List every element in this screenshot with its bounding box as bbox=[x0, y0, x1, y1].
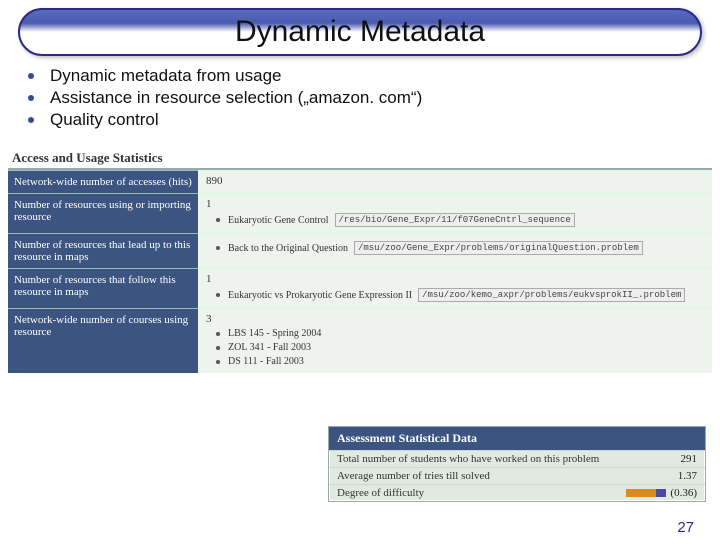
assessment-row: Total number of students who have worked… bbox=[329, 450, 705, 467]
stats-label: Network-wide number of accesses (hits) bbox=[8, 170, 198, 193]
bullet-item: Dynamic metadata from usage bbox=[28, 66, 692, 86]
difficulty-gauge-icon bbox=[626, 489, 666, 497]
disc-icon bbox=[216, 246, 220, 250]
stats-value: 3 LBS 145 - Spring 2004 ZOL 341 - Fall 2… bbox=[198, 308, 712, 373]
stats-value: 1 Eukaryotic Gene Control/res/bio/Gene_E… bbox=[198, 193, 712, 233]
assessment-value: 291 bbox=[681, 453, 698, 465]
bullet-item: Quality control bbox=[28, 110, 692, 130]
access-usage-stats: Access and Usage Statistics Network-wide… bbox=[8, 148, 712, 373]
assessment-label: Average number of tries till solved bbox=[337, 470, 490, 482]
stats-row: Network-wide number of accesses (hits) 8… bbox=[8, 170, 712, 193]
resource-title: Eukaryotic Gene Control bbox=[228, 215, 329, 226]
stats-value: Back to the Original Question/msu/zoo/Ge… bbox=[198, 233, 712, 268]
stats-number: 1 bbox=[206, 273, 212, 285]
stats-row: Number of resources that lead up to this… bbox=[8, 233, 712, 268]
resource-path: /msu/zoo/kemo_axpr/problems/eukvsprokII_… bbox=[418, 288, 685, 302]
disc-icon bbox=[216, 360, 220, 364]
assessment-label: Degree of difficulty bbox=[337, 487, 424, 499]
resource-item: Eukaryotic vs Prokaryotic Gene Expressio… bbox=[216, 288, 704, 302]
stats-row: Number of resources that follow this res… bbox=[8, 268, 712, 308]
disc-icon bbox=[216, 332, 220, 336]
resource-title: Back to the Original Question bbox=[228, 243, 348, 254]
assessment-label: Total number of students who have worked… bbox=[337, 453, 599, 465]
course-title: DS 111 - Fall 2003 bbox=[228, 356, 304, 367]
course-title: ZOL 341 - Fall 2003 bbox=[228, 342, 311, 353]
course-title: LBS 145 - Spring 2004 bbox=[228, 328, 321, 339]
stats-label: Network-wide number of courses using res… bbox=[8, 308, 198, 373]
assessment-value: 1.37 bbox=[678, 470, 697, 482]
disc-icon bbox=[216, 346, 220, 350]
stats-label: Number of resources that lead up to this… bbox=[8, 233, 198, 268]
stats-row: Network-wide number of courses using res… bbox=[8, 308, 712, 373]
stats-row: Number of resources using or importing r… bbox=[8, 193, 712, 233]
assessment-row: Average number of tries till solved 1.37 bbox=[329, 467, 705, 484]
course-item: LBS 145 - Spring 2004 bbox=[216, 328, 704, 339]
stats-number: 1 bbox=[206, 198, 212, 210]
bullet-icon bbox=[28, 73, 34, 79]
course-item: ZOL 341 - Fall 2003 bbox=[216, 342, 704, 353]
course-item: DS 111 - Fall 2003 bbox=[216, 356, 704, 367]
bullet-text: Assistance in resource selection („amazo… bbox=[50, 88, 422, 108]
stats-value: 1 Eukaryotic vs Prokaryotic Gene Express… bbox=[198, 268, 712, 308]
disc-icon bbox=[216, 218, 220, 222]
bullet-text: Quality control bbox=[50, 110, 159, 130]
assessment-panel: Assessment Statistical Data Total number… bbox=[328, 426, 706, 502]
bullet-icon bbox=[28, 117, 34, 123]
stats-value: 890 bbox=[198, 170, 712, 193]
slide-number: 27 bbox=[677, 519, 694, 536]
disc-icon bbox=[216, 293, 220, 297]
difficulty-value: (0.36) bbox=[670, 487, 697, 499]
bullet-text: Dynamic metadata from usage bbox=[50, 66, 282, 86]
assessment-value: (0.36) bbox=[626, 487, 697, 499]
bullet-item: Assistance in resource selection („amazo… bbox=[28, 88, 692, 108]
bullet-icon bbox=[28, 95, 34, 101]
stats-heading: Access and Usage Statistics bbox=[8, 148, 712, 170]
resource-item: Eukaryotic Gene Control/res/bio/Gene_Exp… bbox=[216, 213, 704, 227]
stats-number: 3 bbox=[206, 313, 212, 325]
assessment-heading: Assessment Statistical Data bbox=[329, 427, 705, 450]
stats-label: Number of resources using or importing r… bbox=[8, 193, 198, 233]
resource-path: /msu/zoo/Gene_Expr/problems/originalQues… bbox=[354, 241, 643, 255]
stats-number: 890 bbox=[206, 175, 223, 187]
resource-title: Eukaryotic vs Prokaryotic Gene Expressio… bbox=[228, 290, 412, 301]
resource-path: /res/bio/Gene_Expr/11/f07GeneCntrl_seque… bbox=[335, 213, 575, 227]
bullet-list: Dynamic metadata from usage Assistance i… bbox=[28, 66, 692, 130]
stats-label: Number of resources that follow this res… bbox=[8, 268, 198, 308]
slide-title: Dynamic Metadata bbox=[235, 15, 485, 49]
slide-title-bar: Dynamic Metadata bbox=[18, 8, 702, 56]
assessment-row: Degree of difficulty (0.36) bbox=[329, 484, 705, 501]
resource-item: Back to the Original Question/msu/zoo/Ge… bbox=[216, 241, 704, 255]
